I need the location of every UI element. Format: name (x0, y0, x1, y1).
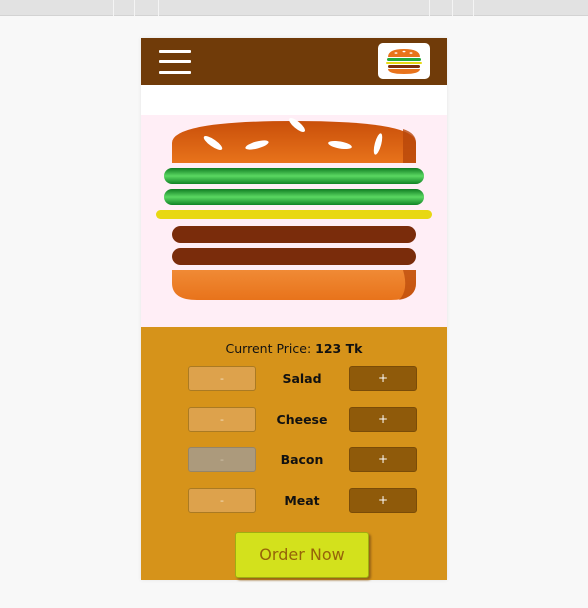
less-bacon-button[interactable]: - (188, 447, 256, 472)
ingredient-label-bacon: Bacon (280, 452, 324, 467)
strip-divider (134, 0, 135, 16)
salad-layer (164, 168, 424, 184)
strip-divider (429, 0, 430, 16)
toolbar (141, 38, 447, 85)
build-control-bacon: - Bacon + (141, 447, 447, 473)
meat-layer (172, 248, 416, 265)
build-control-salad: - Salad + (141, 366, 447, 392)
less-meat-button[interactable]: - (188, 488, 256, 513)
meat-layer (172, 226, 416, 243)
more-cheese-button[interactable]: + (349, 407, 417, 432)
price-value: 123 Tk (315, 341, 363, 356)
salad-layer (164, 189, 424, 205)
bun-bottom (172, 270, 416, 300)
strip-divider (158, 0, 159, 16)
ingredient-label-meat: Meat (284, 493, 320, 508)
strip-divider (452, 0, 453, 16)
more-bacon-button[interactable]: + (349, 447, 417, 472)
build-controls: Current Price: 123 Tk - Salad + - Cheese… (141, 327, 447, 580)
more-meat-button[interactable]: + (349, 488, 417, 513)
more-salad-button[interactable]: + (349, 366, 417, 391)
current-price: Current Price: 123 Tk (141, 341, 447, 356)
hamburger-menu-icon[interactable] (159, 50, 191, 74)
less-cheese-button[interactable]: - (188, 407, 256, 432)
build-control-meat: - Meat + (141, 488, 447, 514)
ingredient-label-salad: Salad (282, 371, 322, 386)
spacer (141, 85, 447, 115)
cheese-layer (156, 210, 432, 219)
less-salad-button[interactable]: - (188, 366, 256, 391)
price-label: Current Price: (225, 341, 312, 356)
order-now-button[interactable]: Order Now (235, 532, 369, 578)
browser-top-strip (0, 0, 588, 16)
burger-logo-icon[interactable] (378, 43, 430, 79)
app-frame: Current Price: 123 Tk - Salad + - Cheese… (141, 38, 447, 580)
build-control-cheese: - Cheese + (141, 407, 447, 433)
ingredient-label-cheese: Cheese (276, 412, 328, 427)
strip-divider (113, 0, 114, 16)
strip-divider (473, 0, 474, 16)
burger-preview (141, 115, 447, 327)
